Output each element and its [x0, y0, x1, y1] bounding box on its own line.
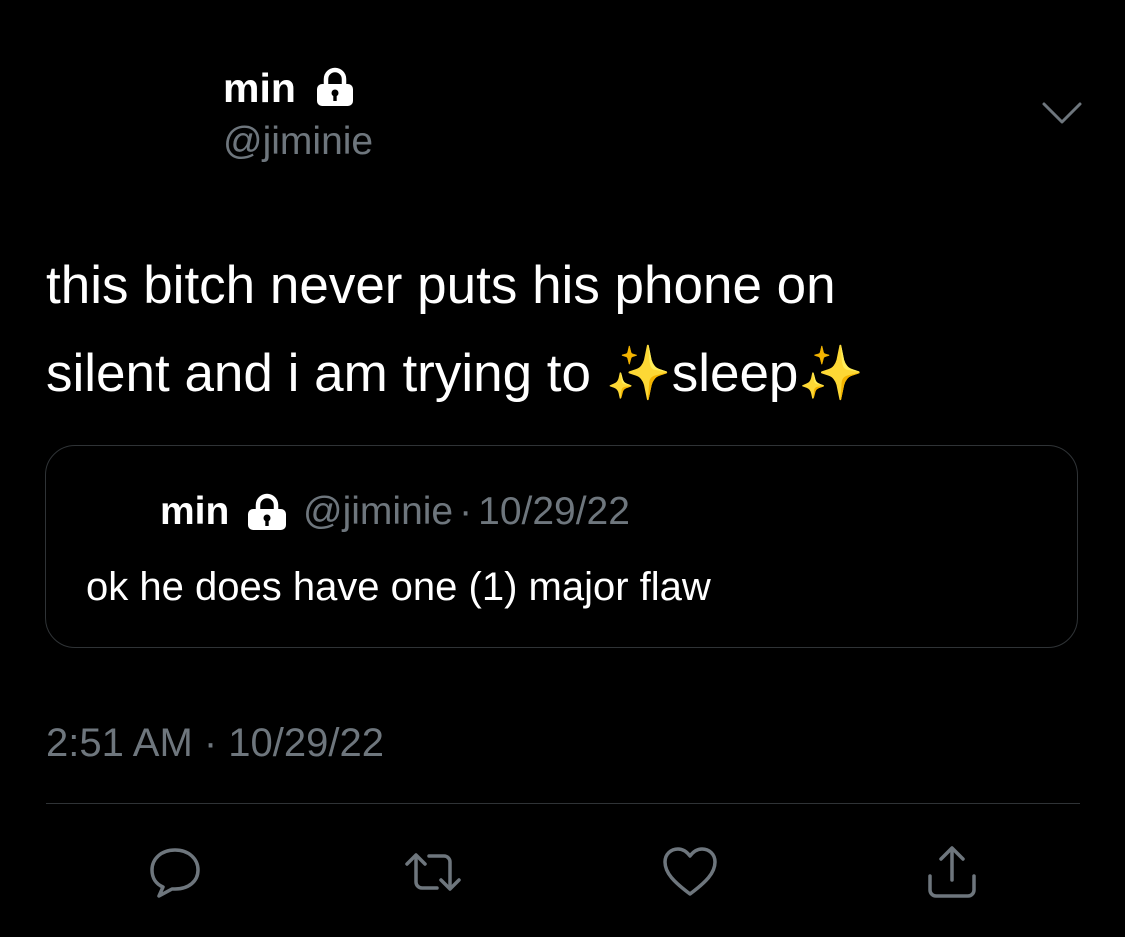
retweet-button[interactable] — [401, 840, 465, 904]
chevron-down-icon[interactable] — [1040, 98, 1084, 128]
author-display-name[interactable]: min — [223, 64, 296, 112]
tweet-text: this bitch never puts his phone on silen… — [46, 256, 865, 403]
quoted-tweet-card[interactable] — [45, 445, 1078, 648]
heart-icon — [663, 847, 717, 896]
meta-separator: · — [459, 490, 473, 533]
comment-icon — [150, 848, 200, 898]
lock-icon — [248, 493, 286, 530]
author-handle[interactable]: @jiminie — [223, 118, 373, 166]
share-icon — [928, 846, 976, 898]
like-button[interactable] — [658, 840, 722, 904]
quoted-date: 10/29/22 — [478, 490, 630, 533]
quoted-meta: @jiminie · 10/29/22 — [303, 488, 630, 536]
share-button[interactable] — [920, 840, 984, 904]
divider — [46, 803, 1080, 804]
lock-icon — [317, 67, 353, 106]
retweet-icon — [405, 853, 461, 891]
quoted-author-handle: @jiminie — [303, 490, 454, 533]
reply-button[interactable] — [143, 840, 207, 904]
tweet-timestamp[interactable]: 2:51 AM · 10/29/22 — [46, 718, 384, 768]
quoted-author-name: min — [160, 490, 230, 533]
quoted-tweet-text: ok he does have one (1) major flaw — [86, 565, 711, 609]
